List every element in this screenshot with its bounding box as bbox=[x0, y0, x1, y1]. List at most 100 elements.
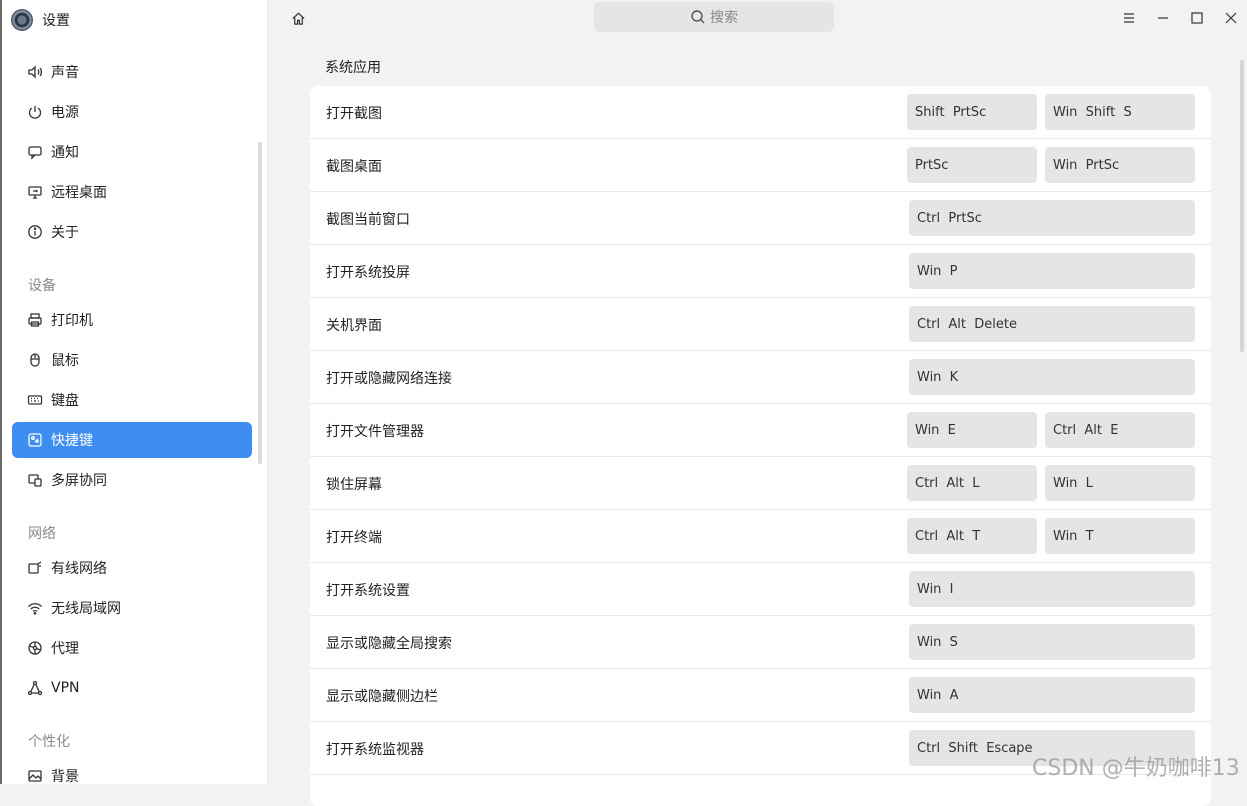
shortcut-label: 打开终端 bbox=[326, 530, 382, 546]
background-icon bbox=[26, 767, 44, 785]
printer-icon bbox=[26, 311, 44, 329]
shortcut-key-primary[interactable]: Win E bbox=[907, 412, 1037, 448]
sidebar-item-label: 关于 bbox=[51, 225, 79, 241]
shortcut-row[interactable]: 显示或隐藏侧边栏 Win A bbox=[310, 669, 1211, 722]
multi-screen-icon bbox=[26, 471, 44, 489]
wifi-icon bbox=[26, 599, 44, 617]
sidebar-item-shortcuts[interactable]: 快捷键 bbox=[12, 422, 252, 458]
shortcut-key-secondary[interactable]: Win Shift S bbox=[1045, 94, 1195, 130]
sidebar-item-proxy[interactable]: 代理 bbox=[12, 630, 252, 666]
sidebar-item-printer[interactable]: 打印机 bbox=[12, 302, 252, 338]
power-icon bbox=[26, 103, 44, 121]
search-placeholder: 搜索 bbox=[710, 10, 738, 26]
info-icon bbox=[26, 223, 44, 241]
app-title: 设置 bbox=[42, 13, 70, 29]
home-icon bbox=[291, 12, 305, 25]
maximize-button[interactable] bbox=[1187, 8, 1207, 28]
shortcut-label: 打开系统监视器 bbox=[326, 742, 424, 758]
sidebar-item-label: 鼠标 bbox=[51, 353, 79, 369]
shortcut-row[interactable]: 打开系统投屏 Win P bbox=[310, 245, 1211, 298]
section-title: 系统应用 bbox=[325, 60, 381, 76]
shortcut-row[interactable]: 打开截图 Shift PrtSc Win Shift S bbox=[310, 86, 1211, 139]
keyboard-icon bbox=[26, 391, 44, 409]
minimize-button[interactable] bbox=[1153, 8, 1173, 28]
menu-icon bbox=[1124, 13, 1134, 23]
shortcut-row[interactable]: 打开或隐藏网络连接 Win K bbox=[310, 351, 1211, 404]
close-icon bbox=[1225, 12, 1237, 24]
shortcut-row[interactable]: 锁住屏幕 Ctrl Alt L Win L bbox=[310, 457, 1211, 510]
shortcut-label: 锁住屏幕 bbox=[326, 477, 382, 493]
shortcut-key-secondary[interactable]: Win T bbox=[1045, 518, 1195, 554]
sidebar-item-mouse[interactable]: 鼠标 bbox=[12, 342, 252, 378]
shortcut-key-secondary[interactable]: Win L bbox=[1045, 465, 1195, 501]
remote-desktop-icon bbox=[26, 183, 44, 201]
shortcut-label: 打开系统设置 bbox=[326, 583, 410, 599]
wired-network-icon bbox=[26, 559, 44, 577]
shortcut-label: 打开或隐藏网络连接 bbox=[326, 371, 452, 387]
shortcut-key[interactable]: Ctrl PrtSc bbox=[909, 200, 1195, 236]
sidebar-item-label: VPN bbox=[51, 680, 80, 696]
shortcut-row[interactable]: 打开文件管理器 Win E Ctrl Alt E bbox=[310, 404, 1211, 457]
shortcut-key-primary[interactable]: PrtSc bbox=[907, 147, 1037, 183]
shortcut-key[interactable]: Win P bbox=[909, 253, 1195, 289]
shortcut-key[interactable]: Win K bbox=[909, 359, 1195, 395]
shortcut-icon bbox=[26, 431, 44, 449]
app-header: 设置 bbox=[12, 8, 70, 32]
shortcut-label: 显示或隐藏全局搜索 bbox=[326, 636, 452, 652]
sidebar-item-wifi[interactable]: 无线局域网 bbox=[12, 590, 252, 626]
settings-app-icon bbox=[12, 10, 32, 30]
shortcut-key-primary[interactable]: Ctrl Alt T bbox=[907, 518, 1037, 554]
close-button[interactable] bbox=[1221, 8, 1241, 28]
shortcut-list: 打开截图 Shift PrtSc Win Shift S 截图桌面 PrtSc … bbox=[310, 86, 1211, 806]
sidebar-item-label: 打印机 bbox=[51, 313, 93, 329]
sidebar-item-wired[interactable]: 有线网络 bbox=[12, 550, 252, 586]
shortcut-row[interactable]: 打开系统设置 Win I bbox=[310, 563, 1211, 616]
shortcut-label: 打开截图 bbox=[326, 106, 382, 122]
shortcut-row[interactable]: 打开终端 Ctrl Alt T Win T bbox=[310, 510, 1211, 563]
shortcut-row[interactable]: 截图桌面 PrtSc Win PrtSc bbox=[310, 139, 1211, 192]
sidebar-item-label: 多屏协同 bbox=[51, 473, 107, 489]
proxy-icon bbox=[26, 639, 44, 657]
speaker-icon bbox=[26, 63, 44, 81]
shortcut-key[interactable]: Win S bbox=[909, 624, 1195, 660]
menu-button[interactable] bbox=[1119, 8, 1139, 28]
sidebar-item-background[interactable]: 背景 bbox=[12, 758, 252, 794]
vpn-icon bbox=[26, 679, 44, 697]
shortcut-key-primary[interactable]: Ctrl Alt L bbox=[907, 465, 1037, 501]
sidebar-item-multi-screen[interactable]: 多屏协同 bbox=[12, 462, 252, 498]
shortcut-label: 截图当前窗口 bbox=[326, 212, 410, 228]
sidebar-item-label: 快捷键 bbox=[51, 433, 93, 449]
sidebar-item-notification[interactable]: 通知 bbox=[12, 134, 252, 170]
search-input[interactable]: 搜索 bbox=[594, 2, 834, 32]
shortcut-row[interactable]: 截图当前窗口 Ctrl PrtSc bbox=[310, 192, 1211, 245]
shortcut-key-primary[interactable]: Shift PrtSc bbox=[907, 94, 1037, 130]
minimize-icon bbox=[1158, 17, 1168, 19]
shortcut-key[interactable]: Win I bbox=[909, 571, 1195, 607]
sidebar-item-keyboard[interactable]: 键盘 bbox=[12, 382, 252, 418]
shortcut-key-secondary[interactable]: Win PrtSc bbox=[1045, 147, 1195, 183]
shortcut-row[interactable]: 显示或隐藏全局搜索 Win S bbox=[310, 616, 1211, 669]
sidebar-item-vpn[interactable]: VPN bbox=[12, 670, 252, 706]
shortcut-row[interactable]: 关机界面 Ctrl Alt Delete bbox=[310, 298, 1211, 351]
sidebar-item-label: 键盘 bbox=[51, 393, 79, 409]
shortcut-label: 打开系统投屏 bbox=[326, 265, 410, 281]
message-icon bbox=[26, 143, 44, 161]
shortcut-key[interactable]: Ctrl Alt Delete bbox=[909, 306, 1195, 342]
group-label-devices: 设备 bbox=[28, 278, 56, 294]
sidebar-scrollbar[interactable] bbox=[258, 142, 262, 464]
sidebar-item-remote-desktop[interactable]: 远程桌面 bbox=[12, 174, 252, 210]
sidebar: 设置 声音 电源 通知 远程桌面 关于 设备 打印机 鼠标 键盘 快捷键 多屏协… bbox=[0, 0, 268, 785]
maximize-icon bbox=[1191, 12, 1203, 24]
sidebar-item-label: 电源 bbox=[51, 105, 79, 121]
shortcut-key[interactable]: Win A bbox=[909, 677, 1195, 713]
sidebar-item-power[interactable]: 电源 bbox=[12, 94, 252, 130]
sidebar-item-about[interactable]: 关于 bbox=[12, 214, 252, 250]
sidebar-item-sound[interactable]: 声音 bbox=[12, 54, 252, 90]
sidebar-item-label: 有线网络 bbox=[51, 561, 107, 577]
shortcut-key-secondary[interactable]: Ctrl Alt E bbox=[1045, 412, 1195, 448]
main-scrollbar[interactable] bbox=[1240, 60, 1244, 352]
home-button[interactable] bbox=[288, 8, 308, 28]
search-icon bbox=[691, 10, 705, 24]
sidebar-item-label: 代理 bbox=[51, 641, 79, 657]
shortcut-label: 截图桌面 bbox=[326, 159, 382, 175]
